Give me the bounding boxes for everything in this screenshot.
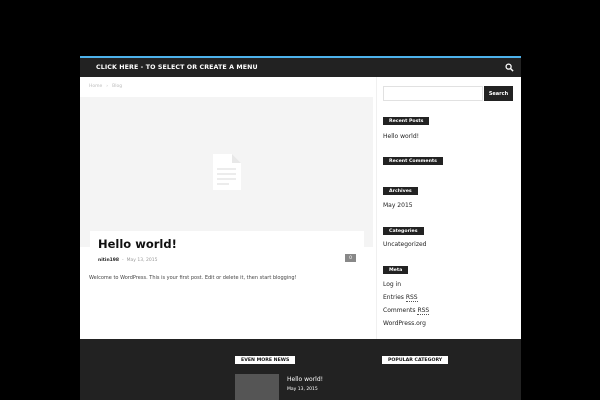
menu-placeholder-link[interactable]: CLICK HERE - TO SELECT OR CREATE A MENU: [96, 64, 258, 71]
post-header: Hello world! nitin198 - May 13, 2015 0: [90, 231, 364, 273]
post-date: May 13, 2015: [126, 258, 158, 263]
meta-entries-rss-link[interactable]: Entries RSS: [383, 294, 418, 302]
rss-abbr: RSS: [417, 307, 430, 315]
breadcrumb-separator: ›: [106, 84, 109, 89]
recent-posts-title: Recent Posts: [383, 117, 430, 125]
archive-link[interactable]: May 2015: [383, 202, 413, 209]
entries-label: Entries: [383, 294, 404, 301]
categories-title: Categories: [383, 227, 424, 235]
footer-post-title[interactable]: Hello world!: [287, 376, 323, 383]
meta-wordpress-link[interactable]: WordPress.org: [383, 320, 426, 327]
breadcrumb: Home › Blog: [89, 84, 122, 89]
search-button[interactable]: Search: [484, 86, 513, 101]
page-wrapper: CLICK HERE - TO SELECT OR CREATE A MENU …: [80, 56, 521, 400]
post-title[interactable]: Hello world!: [98, 237, 177, 251]
post-meta: nitin198 - May 13, 2015: [98, 258, 157, 263]
breadcrumb-current: Blog: [112, 84, 123, 89]
comments-label: Comments: [383, 307, 416, 314]
document-icon: [211, 153, 243, 195]
sidebar: Search Recent Posts Hello world! Recent …: [376, 77, 521, 339]
recent-post-link[interactable]: Hello world!: [383, 133, 419, 140]
meta-separator: -: [122, 258, 124, 263]
popular-category-title: POPULAR CATEGORY: [382, 356, 449, 364]
rss-abbr: RSS: [405, 294, 418, 302]
comment-count-badge[interactable]: 0: [345, 254, 356, 262]
main-column: Home › Blog Hello world! nitin198 - May …: [80, 77, 373, 339]
footer: EVEN MORE NEWS POPULAR CATEGORY Hello wo…: [80, 339, 521, 400]
featured-image-placeholder[interactable]: [80, 97, 373, 247]
footer-post-thumbnail[interactable]: [235, 374, 279, 400]
archives-title: Archives: [383, 187, 418, 195]
post-excerpt: Welcome to WordPress. This is your first…: [89, 275, 297, 281]
post-author[interactable]: nitin198: [98, 258, 119, 263]
main-navigation: CLICK HERE - TO SELECT OR CREATE A MENU: [80, 58, 521, 77]
footer-post-date: May 13, 2015: [287, 387, 318, 392]
meta-comments-rss-link[interactable]: Comments RSS: [383, 307, 430, 315]
meta-title: Meta: [383, 266, 409, 274]
meta-login-link[interactable]: Log in: [383, 281, 401, 288]
even-more-news-title: EVEN MORE NEWS: [235, 356, 296, 364]
category-link[interactable]: Uncategorized: [383, 241, 426, 248]
recent-comments-title: Recent Comments: [383, 157, 443, 165]
breadcrumb-home[interactable]: Home: [89, 84, 102, 89]
content-area: Home › Blog Hello world! nitin198 - May …: [80, 77, 521, 339]
search-input[interactable]: [383, 86, 483, 101]
search-icon[interactable]: [504, 63, 514, 73]
